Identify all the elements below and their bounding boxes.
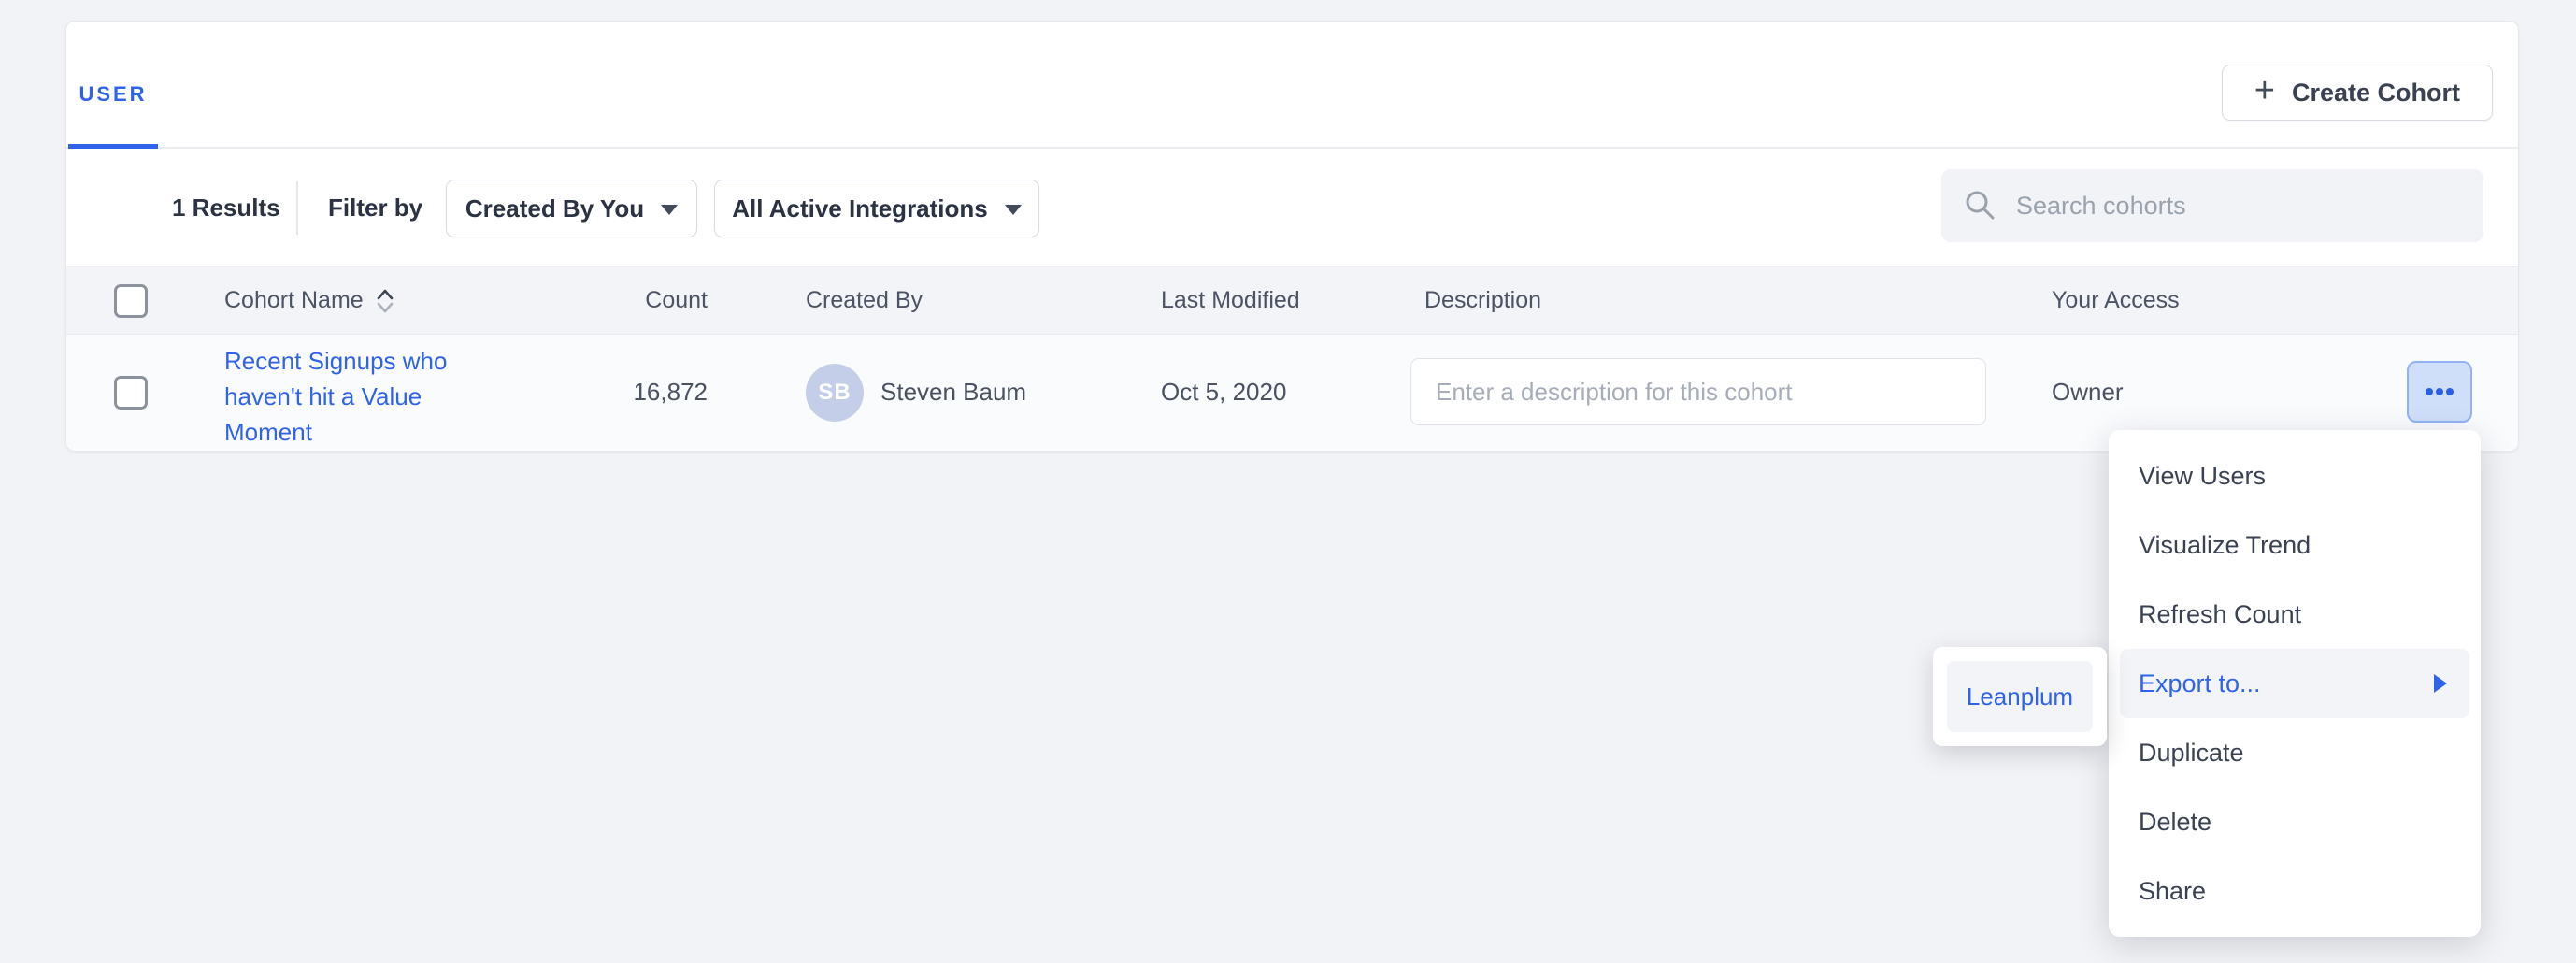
created-by-dropdown-label: Created By You: [465, 194, 644, 223]
column-header-description: Description: [1424, 267, 1541, 334]
table-header: Cohort Name Count Created By Last Modifi…: [66, 267, 2518, 335]
created-by-dropdown[interactable]: Created By You: [446, 180, 697, 237]
menu-item-refresh-count[interactable]: Refresh Count: [2109, 580, 2481, 649]
column-header-your-access: Your Access: [2052, 267, 2180, 334]
sort-icon: [375, 286, 395, 316]
column-header-last-modified: Last Modified: [1161, 267, 1300, 334]
integrations-dropdown[interactable]: All Active Integrations: [714, 180, 1039, 237]
arrow-right-icon: [2434, 674, 2447, 693]
plus-icon: +: [2254, 73, 2275, 112]
more-icon: [2426, 388, 2454, 395]
filter-bar: 1 Results Filter by Created By You All A…: [66, 149, 2518, 267]
more-actions-button[interactable]: [2407, 361, 2472, 423]
row-checkbox[interactable]: [114, 376, 148, 410]
avatar: SB: [806, 364, 864, 422]
menu-item-delete[interactable]: Delete: [2109, 787, 2481, 856]
created-by-cell: SB Steven Baum: [806, 335, 1026, 450]
menu-item-leanplum[interactable]: Leanplum: [1947, 661, 2093, 732]
cohorts-card: USER + Create Cohort 1 Results Filter by…: [65, 21, 2519, 452]
menu-item-view-users[interactable]: View Users: [2109, 441, 2481, 510]
tab-user[interactable]: USER: [68, 22, 158, 149]
filter-by-label: Filter by: [328, 149, 422, 266]
column-header-count: Count: [552, 267, 708, 334]
results-count: 1 Results: [172, 149, 280, 266]
menu-item-export-to[interactable]: Export to...: [2120, 649, 2469, 718]
creator-name: Steven Baum: [880, 378, 1026, 407]
create-cohort-button[interactable]: + Create Cohort: [2222, 65, 2493, 121]
description-input[interactable]: [1410, 358, 1986, 425]
chevron-down-icon: [661, 205, 678, 215]
menu-item-share[interactable]: Share: [2109, 856, 2481, 926]
cohort-name-link[interactable]: Recent Signups who haven't hit a Value M…: [224, 343, 469, 450]
export-submenu: Leanplum: [1933, 647, 2107, 746]
select-all-checkbox[interactable]: [114, 284, 148, 318]
menu-item-export-to-label: Export to...: [2139, 669, 2261, 698]
integrations-dropdown-label: All Active Integrations: [732, 194, 988, 223]
cohort-count: 16,872: [552, 335, 708, 450]
tab-user-label: USER: [79, 82, 147, 107]
search-icon: [1964, 189, 1997, 223]
column-header-created-by: Created By: [806, 267, 923, 334]
menu-item-visualize-trend[interactable]: Visualize Trend: [2109, 510, 2481, 580]
search-input[interactable]: [2016, 192, 2461, 221]
search-box: [1941, 169, 2483, 242]
create-cohort-label: Create Cohort: [2292, 79, 2460, 108]
column-header-cohort-name[interactable]: Cohort Name: [224, 267, 395, 334]
last-modified-cell: Oct 5, 2020: [1161, 335, 1286, 450]
divider: [296, 181, 298, 235]
chevron-down-icon: [1005, 205, 1022, 215]
menu-item-duplicate[interactable]: Duplicate: [2109, 718, 2481, 787]
context-menu: View Users Visualize Trend Refresh Count…: [2109, 430, 2481, 937]
tab-bar: USER + Create Cohort: [66, 22, 2518, 149]
